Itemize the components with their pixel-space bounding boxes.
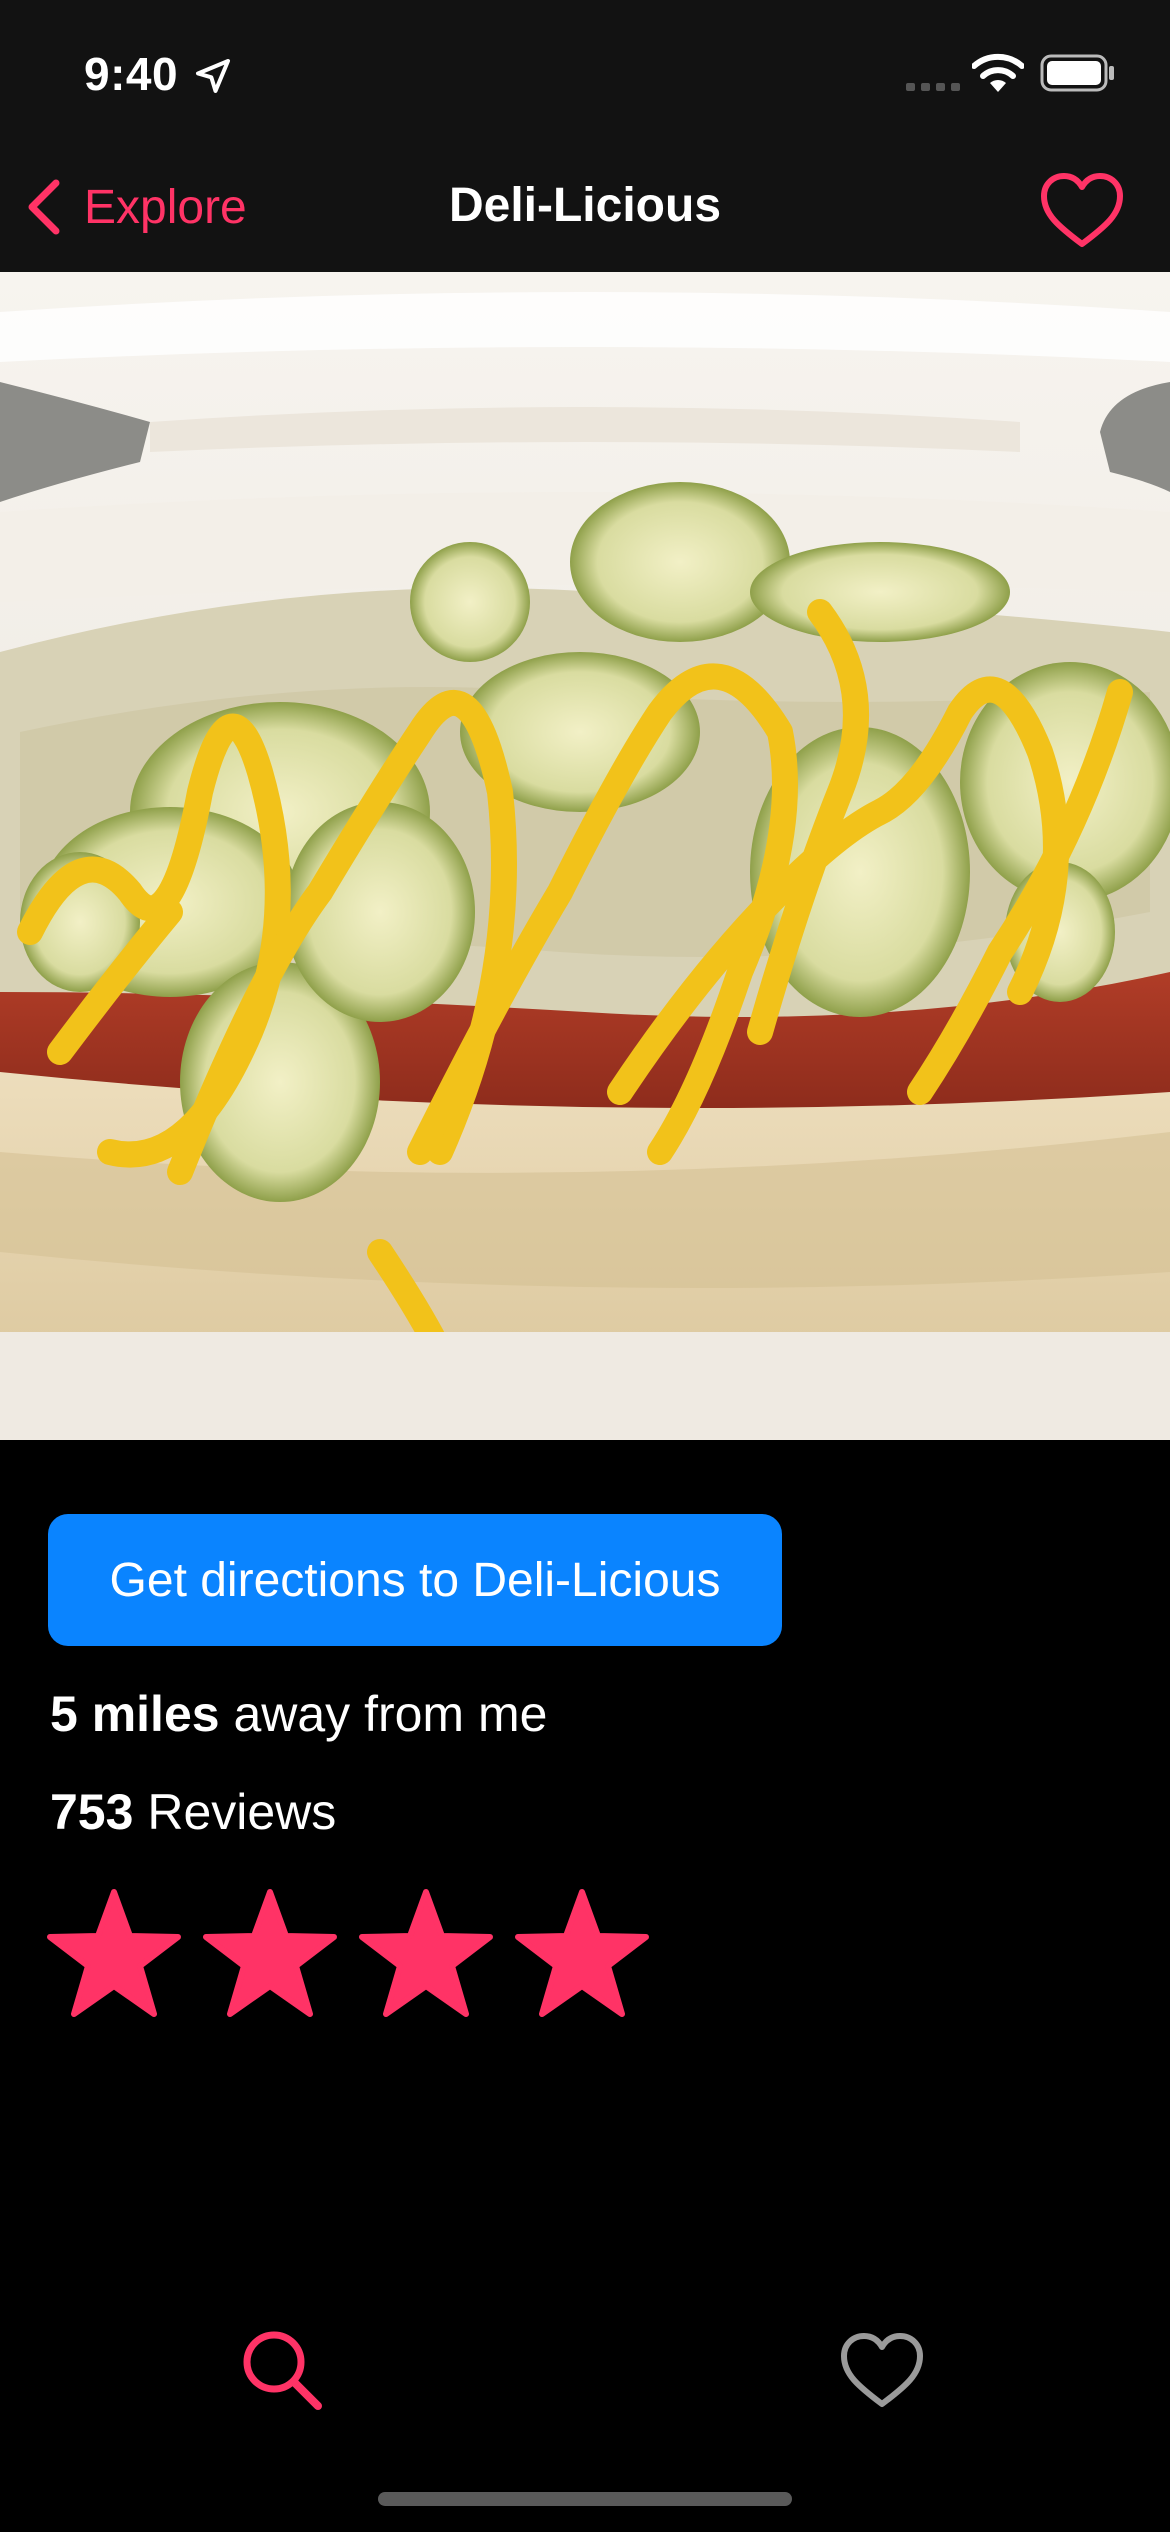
review-count-value: 753 [50, 1784, 134, 1840]
review-count-suffix: Reviews [133, 1784, 337, 1840]
distance-text: 5 miles away from me [50, 1682, 547, 1746]
review-count-text: 753 Reviews [50, 1780, 336, 1844]
star-icon [203, 1889, 337, 2017]
hot-dog-image [0, 272, 1170, 1440]
restaurant-photo [0, 272, 1170, 1440]
star-icon [515, 1889, 649, 2017]
navigation-bar: 9:40 Explore Deli-Licious [0, 0, 1170, 272]
battery-icon [1040, 54, 1114, 92]
heart-outline-icon[interactable] [1038, 170, 1126, 250]
get-directions-button[interactable]: Get directions to Deli-Licious [48, 1514, 782, 1646]
distance-value: 5 miles [50, 1686, 220, 1742]
star-icon [47, 1889, 181, 2017]
status-time: 9:40 [84, 48, 179, 100]
home-indicator[interactable] [378, 2492, 792, 2506]
star-icon [359, 1889, 493, 2017]
location-arrow-icon [196, 59, 230, 93]
favorites-tab-heart-icon[interactable] [838, 2330, 926, 2410]
page-title: Deli-Licious [448, 179, 722, 232]
restaurant-detail-screen: 9:40 Explore Deli-Licious Get directions… [0, 0, 1170, 2532]
distance-suffix: away from me [219, 1686, 548, 1742]
cellular-signal-icon [906, 83, 960, 91]
wifi-icon [972, 53, 1024, 92]
search-icon[interactable] [240, 2328, 324, 2412]
star-rating [46, 1888, 670, 2018]
